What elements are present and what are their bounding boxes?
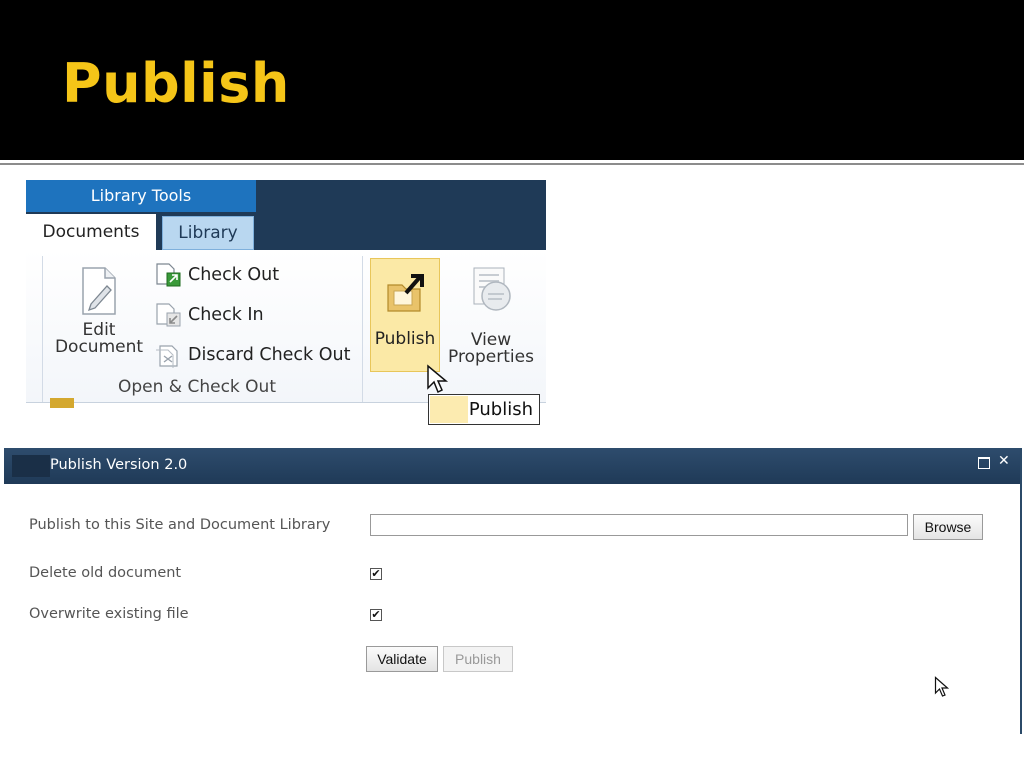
discard-check-out-button[interactable]: Discard Check Out: [154, 342, 350, 368]
dialog-title-bar: Publish Version 2.0 ✕: [4, 448, 1020, 484]
validate-button[interactable]: Validate: [366, 646, 438, 672]
tooltip-swatch: [430, 396, 468, 423]
delete-old-checkbox[interactable]: ✔: [370, 568, 382, 580]
group-separator: [362, 256, 363, 402]
site-library-input[interactable]: [370, 514, 908, 536]
title-divider: [0, 163, 1024, 165]
view-properties-icon: [473, 267, 511, 311]
overwrite-label: Overwrite existing file: [29, 606, 189, 622]
library-tools-context-tab: Library Tools: [26, 180, 256, 212]
slide-title: Publish: [62, 52, 290, 115]
publish-ribbon-button[interactable]: Publish: [370, 258, 440, 372]
edit-document-button[interactable]: Edit Document: [52, 266, 146, 356]
tab-documents[interactable]: Documents: [26, 214, 156, 250]
discard-check-out-label: Discard Check Out: [188, 345, 351, 365]
check-in-icon: [156, 303, 181, 327]
check-out-icon: [156, 263, 181, 287]
check-out-button[interactable]: Check Out: [154, 262, 279, 288]
browse-button[interactable]: Browse: [913, 514, 983, 540]
mouse-cursor-icon: [427, 364, 449, 394]
site-library-label: Publish to this Site and Document Librar…: [29, 517, 331, 533]
view-properties-button[interactable]: View Properties: [446, 264, 536, 366]
tab-library[interactable]: Library: [162, 216, 254, 250]
edit-document-icon: [82, 267, 116, 315]
group-separator: [42, 256, 43, 402]
ribbon-screenshot: Library Tools Documents Library Edit Doc…: [26, 180, 546, 426]
publish-icon: [387, 274, 424, 312]
view-properties-label-2: Properties: [448, 347, 534, 367]
edit-document-label-2: Document: [54, 337, 144, 357]
publish-button[interactable]: Publish: [443, 646, 513, 672]
discard-check-out-icon: [156, 345, 178, 368]
folder-icon: [50, 398, 74, 408]
dialog-app-icon: [12, 455, 50, 477]
overwrite-checkbox[interactable]: ✔: [370, 609, 382, 621]
check-in-label: Check In: [188, 305, 264, 325]
close-icon[interactable]: ✕: [998, 453, 1010, 469]
publish-tooltip: Publish: [428, 394, 540, 425]
publish-tooltip-text: Publish: [468, 399, 533, 420]
check-out-label: Check Out: [188, 265, 280, 285]
check-in-button[interactable]: Check In: [154, 302, 264, 328]
mouse-cursor-icon: [934, 676, 950, 697]
ribbon-group-label: Open & Check Out: [118, 377, 276, 397]
publish-dialog: Publish Version 2.0 ✕ Publish to this Si…: [4, 448, 1022, 734]
publish-ribbon-label: Publish: [374, 329, 436, 349]
maximize-icon[interactable]: [978, 457, 990, 469]
delete-old-label: Delete old document: [29, 565, 182, 581]
dialog-title: Publish Version 2.0: [50, 457, 188, 473]
